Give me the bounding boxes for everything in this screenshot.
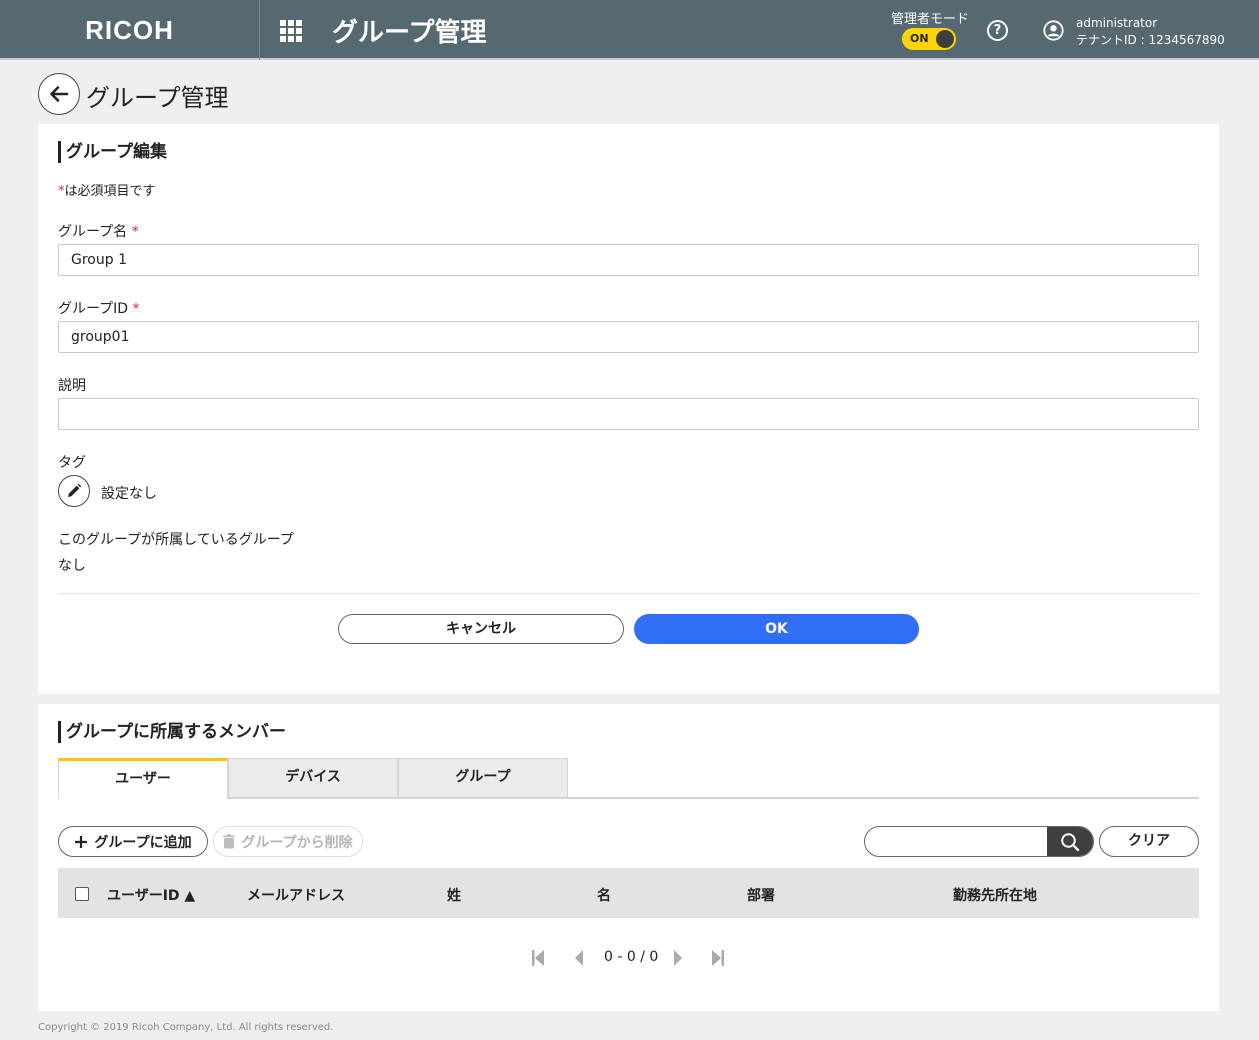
add-to-group-label: グループに追加	[94, 834, 192, 851]
description-label: 説明	[58, 378, 86, 394]
plus-icon	[75, 835, 88, 848]
group-edit-card: グループ編集 *は必須項目です グループ名 * グループID * 説明 タグ 設…	[38, 124, 1219, 694]
tag-edit-button[interactable]	[58, 475, 90, 507]
pagination: 0 - 0 / 0	[38, 948, 1219, 968]
required-note: *は必須項目です	[58, 184, 156, 199]
group-id-input[interactable]	[58, 321, 1199, 353]
app-title: グループ管理	[332, 18, 487, 48]
prev-page-icon[interactable]	[571, 948, 587, 968]
copyright: Copyright © 2019 Ricoh Company, Ltd. All…	[38, 1022, 334, 1033]
next-page-icon[interactable]	[670, 948, 686, 968]
pencil-icon	[68, 483, 82, 497]
trash-icon	[223, 834, 236, 849]
tab-devices[interactable]: デバイス	[228, 758, 398, 798]
tag-label: タグ	[58, 455, 86, 471]
tag-value: 設定なし	[101, 486, 157, 502]
search-box	[864, 826, 1094, 857]
members-title: グループに所属するメンバー	[58, 721, 286, 743]
admin-mode-label: 管理者モード	[890, 12, 969, 27]
column-last-name[interactable]: 姓	[447, 885, 461, 905]
header-divider	[259, 0, 260, 60]
last-page-icon[interactable]	[710, 948, 726, 968]
admin-mode-toggle[interactable]: ON	[902, 28, 956, 50]
tenant-id: テナントID : 1234567890	[1076, 33, 1225, 47]
group-name-label: グループ名 *	[58, 224, 139, 240]
ok-button[interactable]: OK	[634, 614, 919, 644]
ricoh-logo: RICOH	[85, 14, 174, 45]
user-account-icon[interactable]	[1043, 20, 1064, 41]
add-to-group-button[interactable]: グループに追加	[58, 826, 208, 857]
back-arrow-icon	[50, 86, 69, 102]
column-department[interactable]: 部署	[747, 885, 775, 905]
back-button[interactable]	[38, 73, 80, 115]
user-name[interactable]: administrator	[1076, 16, 1157, 30]
apps-grid-icon[interactable]	[280, 20, 302, 42]
remove-from-group-label: グループから削除	[241, 834, 353, 851]
search-icon	[1061, 832, 1080, 851]
description-input[interactable]	[58, 398, 1199, 430]
app-header: RICOH グループ管理 管理者モード ON ? administrator テ…	[0, 0, 1259, 60]
search-button[interactable]	[1047, 827, 1093, 856]
toggle-label: ON	[910, 32, 929, 45]
first-page-icon[interactable]	[530, 948, 546, 968]
pagination-info: 0 - 0 / 0	[604, 949, 659, 965]
parent-groups-label: このグループが所属しているグループ	[58, 532, 294, 548]
tab-groups[interactable]: グループ	[398, 758, 568, 798]
toggle-knob	[936, 30, 954, 48]
divider	[58, 593, 1199, 594]
group-name-input[interactable]	[58, 244, 1199, 276]
members-card: グループに所属するメンバー ユーザー デバイス グループ グループに追加 グルー…	[38, 704, 1219, 1011]
table-header: ユーザーID ▲ メールアドレス 姓 名 部署 勤務先所在地	[58, 868, 1199, 918]
column-user-id[interactable]: ユーザーID ▲	[107, 885, 195, 905]
group-id-label: グループID *	[58, 301, 140, 317]
tab-users[interactable]: ユーザー	[58, 758, 228, 799]
search-input[interactable]	[877, 827, 1057, 856]
column-office-location[interactable]: 勤務先所在地	[953, 885, 1037, 905]
remove-from-group-button[interactable]: グループから削除	[213, 826, 363, 857]
parent-groups-value: なし	[58, 558, 86, 574]
page-title: グループ管理	[86, 84, 229, 112]
cancel-button[interactable]: キャンセル	[338, 614, 624, 644]
column-first-name[interactable]: 名	[597, 885, 611, 905]
clear-button[interactable]: クリア	[1099, 826, 1199, 857]
help-icon[interactable]: ?	[987, 20, 1008, 41]
column-email[interactable]: メールアドレス	[247, 885, 345, 905]
select-all-checkbox[interactable]	[75, 887, 89, 901]
group-edit-title: グループ編集	[58, 141, 167, 163]
